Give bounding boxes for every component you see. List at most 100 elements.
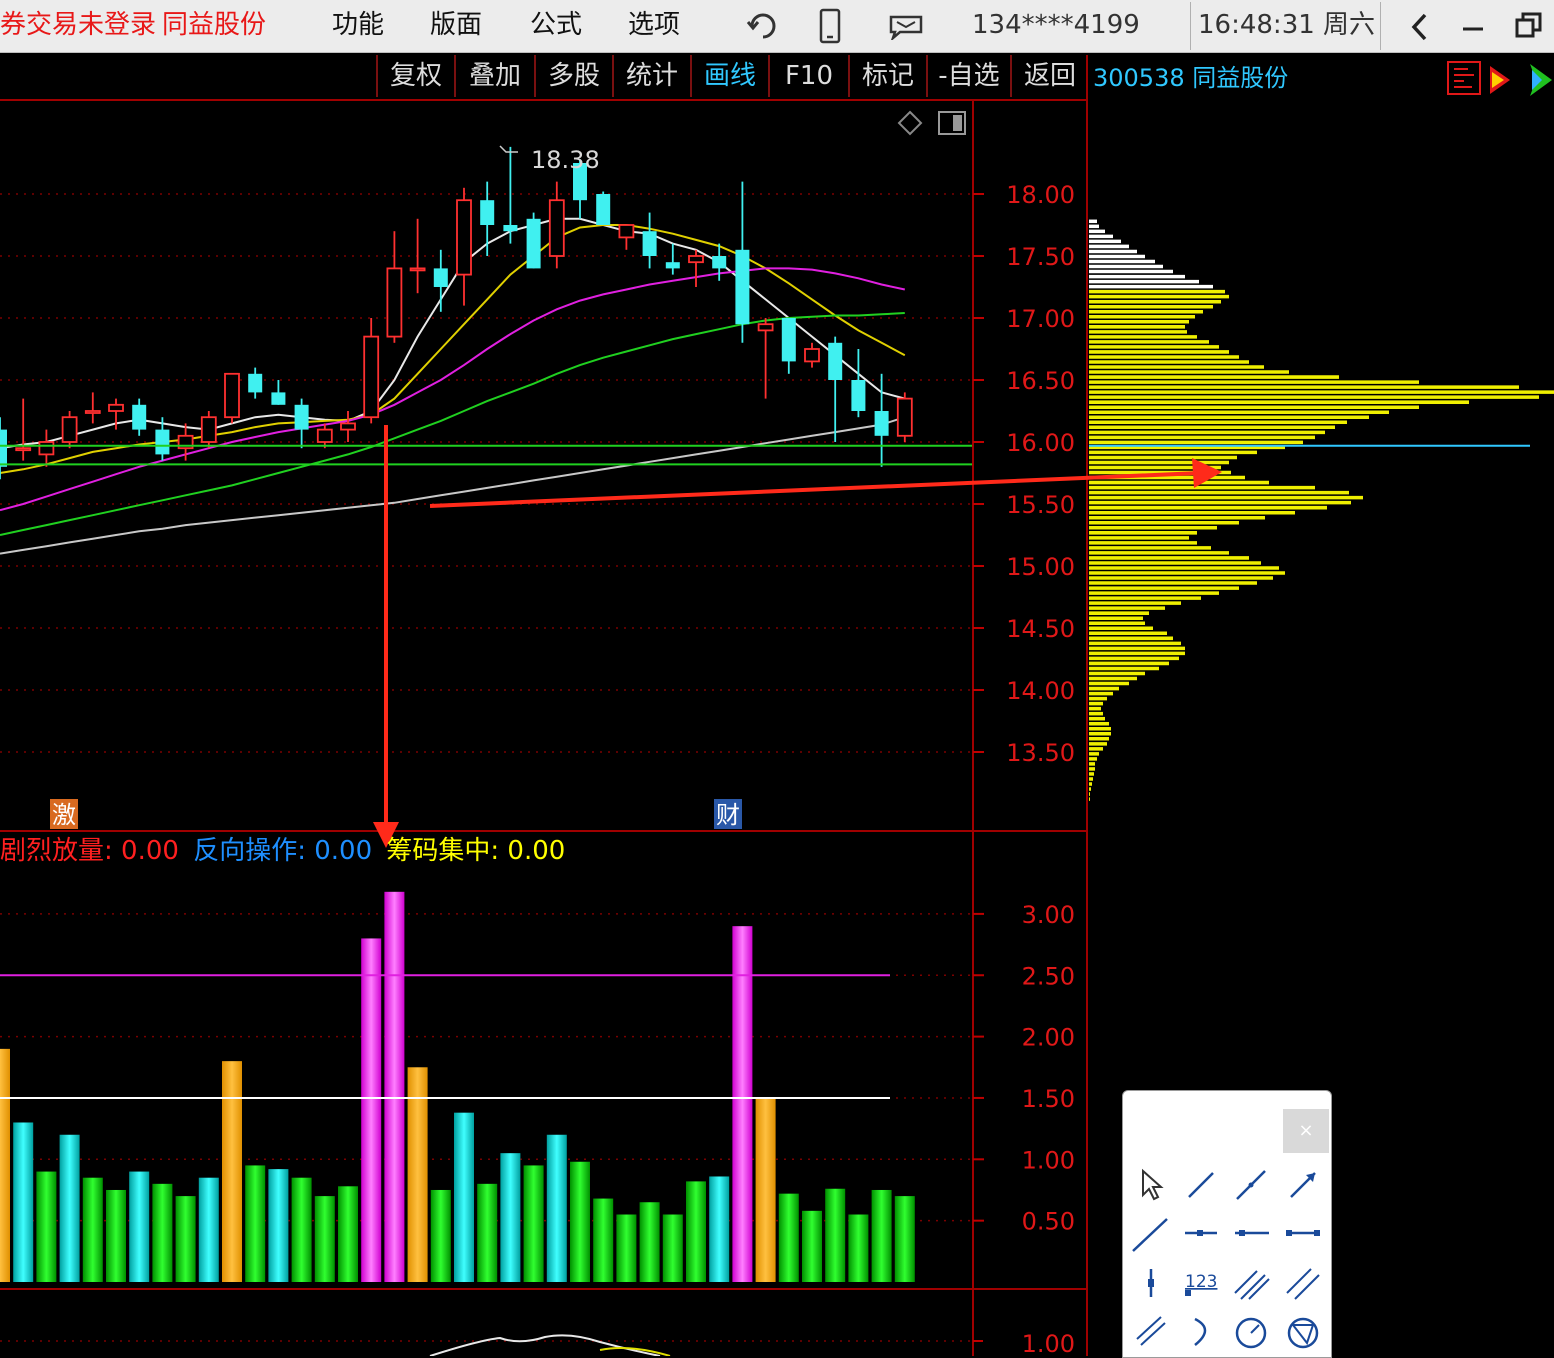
channel-lines-icon[interactable] — [1281, 1261, 1325, 1305]
indicator-bar — [477, 1183, 498, 1282]
gann-fan-icon[interactable] — [1281, 1309, 1325, 1353]
high-price-label: 18.38 — [531, 146, 600, 174]
candle-body — [503, 225, 518, 232]
candle-body — [15, 447, 32, 452]
indicator-bar — [500, 1153, 521, 1282]
candle-body — [224, 372, 240, 419]
indicator-bar — [825, 1188, 846, 1282]
vertical-line-icon[interactable] — [1129, 1261, 1173, 1305]
legend-value-heavy-volume: 0.00 — [121, 836, 179, 866]
indicator-bar — [639, 1202, 660, 1282]
indicator-legend: 剧烈放量: 0.00 反向操作: 0.00 筹码集中: 0.00 — [0, 834, 565, 868]
indicator-bar — [523, 1165, 544, 1282]
price-axis: 18.00 17.50 17.00 16.50 16.00 15.50 15.00 14.50… — [973, 181, 1075, 767]
price-axis-label: 15.50 — [1006, 491, 1075, 519]
candle-body — [294, 404, 309, 430]
ma-line-gray — [0, 416, 906, 555]
indicator-bar — [593, 1198, 614, 1282]
price-grid — [0, 193, 970, 753]
indicator-bar — [129, 1171, 150, 1282]
indicator-bar — [36, 1171, 57, 1282]
price-axis-label: 15.00 — [1006, 553, 1075, 581]
indicator-bar — [222, 1061, 242, 1282]
indicator-bar — [361, 938, 382, 1282]
indicator-bar — [755, 1097, 776, 1282]
straight-line-icon[interactable] — [1229, 1163, 1273, 1207]
price-axis-label: 17.50 — [1006, 243, 1075, 271]
indicator-bar — [152, 1183, 173, 1282]
horizontal-ray-icon[interactable] — [1229, 1211, 1273, 1255]
indicator-bar — [802, 1210, 822, 1282]
indicator-bar — [662, 1214, 683, 1282]
ray-arrow-icon[interactable] — [1281, 1163, 1325, 1207]
parallel-lines-icon[interactable] — [1229, 1261, 1273, 1305]
indicator-bar — [314, 1196, 335, 1282]
candle-body — [851, 380, 866, 411]
candle-body — [409, 267, 426, 272]
indicator-bar — [778, 1193, 799, 1282]
candle-body — [735, 249, 750, 325]
close-button[interactable]: × — [1283, 1109, 1329, 1153]
fibonacci-line-icon[interactable] — [1129, 1309, 1173, 1353]
indicator-bar — [106, 1189, 126, 1282]
indicator-bar — [709, 1176, 730, 1282]
cursor-icon[interactable] — [1129, 1163, 1173, 1207]
candle-body — [618, 224, 635, 239]
price-axis-label: 14.50 — [1006, 615, 1075, 643]
candle-body — [316, 428, 333, 443]
legend-value-reverse-operation: 0.00 — [314, 836, 373, 866]
indicator-bar — [59, 1134, 80, 1282]
candle-body — [38, 441, 55, 456]
svg-text:激: 激 — [52, 801, 76, 829]
indicator-bar — [407, 1067, 428, 1282]
ma-line-yellow — [0, 224, 906, 474]
candle-body — [363, 335, 380, 419]
candle-body — [712, 256, 727, 269]
candle-body — [781, 318, 796, 362]
indicator-bar — [268, 1169, 289, 1282]
price-axis-label: 13.50 — [1006, 739, 1075, 767]
candle-body — [108, 403, 124, 412]
legend-label-heavy-volume: 剧烈放量: — [0, 836, 113, 866]
panel-toggle-icon[interactable] — [938, 111, 966, 135]
volume-profile — [1089, 219, 1554, 801]
candle-body — [0, 429, 7, 467]
indicator-bar — [570, 1161, 590, 1282]
diamond-icon[interactable] — [897, 110, 923, 136]
candle-body — [596, 194, 611, 225]
indicator-bar — [13, 1122, 34, 1282]
candle-body — [688, 255, 704, 264]
indicator-bar — [894, 1196, 915, 1282]
arc-icon[interactable] — [1179, 1309, 1223, 1353]
indicator-bar — [430, 1189, 451, 1282]
candle-body — [200, 416, 217, 443]
event-marker-cai[interactable]: 财 — [714, 799, 742, 829]
indicator-axis-label: 1.50 — [1022, 1085, 1075, 1113]
candle-body — [526, 218, 541, 269]
candle-body — [456, 199, 472, 276]
candle-body — [433, 268, 448, 287]
candle-body — [340, 422, 356, 431]
circle-icon[interactable] — [1229, 1309, 1273, 1353]
text-label-icon[interactable]: 123 — [1179, 1261, 1223, 1305]
extended-line-icon[interactable] — [1129, 1211, 1173, 1255]
candlesticks — [0, 146, 913, 480]
event-marker-ji[interactable]: 激 — [50, 799, 78, 829]
sub-axis-label: 1.00 — [1022, 1330, 1075, 1356]
candle-body — [665, 262, 680, 269]
legend-value-chip-concentration: 0.00 — [507, 836, 566, 866]
candle-body — [132, 404, 147, 430]
sub-chart-line-yellow — [599, 1347, 671, 1356]
indicator-bar — [686, 1181, 706, 1282]
indicator-bar — [291, 1177, 312, 1282]
indicator-bar — [245, 1165, 266, 1282]
candle-body — [271, 392, 286, 405]
indicator-axis: 3.00 2.50 2.00 1.50 1.00 0.50 — [973, 901, 1075, 1236]
horizontal-line-icon[interactable] — [1179, 1211, 1223, 1255]
candle-body — [828, 342, 843, 380]
sub-chart-line-white — [429, 1334, 661, 1356]
horizontal-segment-icon[interactable] — [1281, 1211, 1325, 1255]
price-axis-label: 14.00 — [1006, 677, 1075, 705]
line-segment-icon[interactable] — [1179, 1163, 1223, 1207]
drawing-tools-panel: × 123 — [1122, 1090, 1332, 1358]
